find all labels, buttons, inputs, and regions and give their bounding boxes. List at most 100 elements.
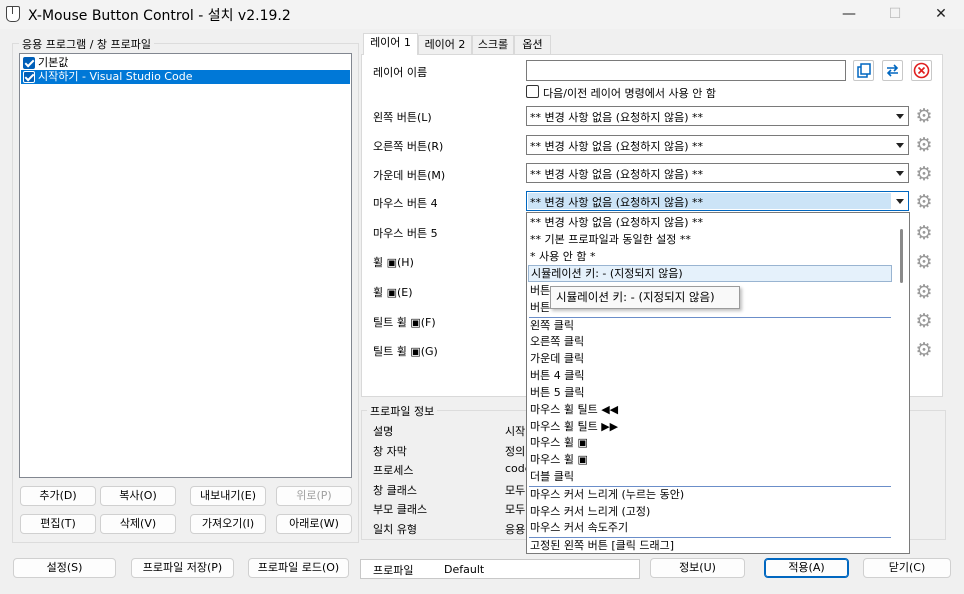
dropdown-item[interactable]: 마우스 휠 ▣ xyxy=(530,451,890,468)
apply-button[interactable]: 적용(A) xyxy=(764,558,849,578)
gear-icon[interactable]: ⚙ xyxy=(914,164,934,184)
button-4-label: 마우스 버튼 4 xyxy=(373,197,438,210)
right-button-select[interactable]: ** 변경 사항 없음 (요청하지 않음) ** xyxy=(526,135,909,155)
info-description-label: 설명 xyxy=(373,425,394,438)
gear-icon[interactable]: ⚙ xyxy=(914,252,934,272)
dropdown-item[interactable]: 버튼 4 클릭 xyxy=(530,367,890,384)
chevron-down-icon xyxy=(896,143,904,148)
tab-options[interactable]: 옵션 xyxy=(514,35,551,54)
info-match-type-value: 응용 xyxy=(505,523,526,536)
dropdown-item[interactable]: 마우스 커서 느리게 (고정) xyxy=(530,503,890,520)
gear-icon[interactable]: ⚙ xyxy=(914,106,934,126)
disable-layer-label: 다음/이전 레이어 명령에서 사용 안 함 xyxy=(543,87,716,100)
profile-status-value: Default xyxy=(444,563,485,576)
copy-layer-button[interactable] xyxy=(853,60,874,81)
window-title: X-Mouse Button Control - 설치 v2.19.2 xyxy=(28,8,291,24)
disable-layer-checkbox[interactable] xyxy=(526,85,539,98)
maximize-button[interactable]: ☐ xyxy=(872,0,918,29)
clear-layer-button[interactable] xyxy=(911,60,932,81)
select-value: ** 변경 사항 없음 (요청하지 않음) ** xyxy=(530,140,704,153)
dropdown-item[interactable]: 마우스 휠 ▣ xyxy=(530,434,890,451)
save-profile-button[interactable]: 프로파일 저장(P) xyxy=(131,558,234,578)
left-button-select[interactable]: ** 변경 사항 없음 (요청하지 않음) ** xyxy=(526,106,909,126)
dropdown-item[interactable]: * 사용 안 함 * xyxy=(530,248,890,265)
dropdown-item[interactable]: 왼쪽 클릭 xyxy=(530,317,890,334)
move-up-button[interactable]: 위로(P) xyxy=(276,486,352,506)
gear-icon[interactable]: ⚙ xyxy=(914,311,934,331)
info-parent-class-label: 부모 클래스 xyxy=(373,503,428,516)
copy-button[interactable]: 복사(O) xyxy=(100,486,176,506)
info-caption-value: 정의 xyxy=(505,445,526,458)
button-4-select[interactable]: ** 변경 사항 없음 (요청하지 않음) ** xyxy=(526,191,909,211)
dropdown-item[interactable]: 마우스 휠 틸트 ▶▶ xyxy=(530,418,890,435)
scrollbar-thumb[interactable] xyxy=(900,229,903,283)
checkbox-checked-icon[interactable] xyxy=(23,71,35,83)
app-mouse-icon xyxy=(6,6,20,22)
chevron-down-icon xyxy=(896,199,904,204)
profile-status-label: 프로파일 xyxy=(373,564,414,577)
dropdown-item[interactable]: ** 변경 사항 없음 (요청하지 않음) ** xyxy=(530,214,890,231)
middle-button-select[interactable]: ** 변경 사항 없음 (요청하지 않음) ** xyxy=(526,163,909,183)
dropdown-item[interactable]: ** 기본 프로파일과 동일한 설정 ** xyxy=(530,231,890,248)
tilt-right-label: 틸트 휠 ▣(G) xyxy=(373,345,438,358)
import-button[interactable]: 가져오기(I) xyxy=(190,514,266,534)
dropdown-item[interactable]: 마우스 커서 속도주기 xyxy=(530,519,890,536)
info-parent-class-value: 모두 xyxy=(505,503,526,516)
gear-icon[interactable]: ⚙ xyxy=(914,223,934,243)
dropdown-item[interactable]: 고정된 왼쪽 버튼 [클릭 드래그] xyxy=(530,537,890,553)
button-5-label: 마우스 버튼 5 xyxy=(373,227,438,240)
info-process-label: 프로세스 xyxy=(373,464,414,477)
select-value: ** 변경 사항 없음 (요청하지 않음) ** xyxy=(530,111,704,124)
dropdown-item[interactable]: 버튼 5 클릭 xyxy=(530,384,890,401)
gear-icon[interactable]: ⚙ xyxy=(914,340,934,360)
profiles-group-label: 응용 프로그램 / 창 프로파일 xyxy=(19,36,155,52)
close-button[interactable]: 닫기(C) xyxy=(863,558,951,578)
swap-layer-button[interactable] xyxy=(882,60,903,81)
info-description-value: 시작 xyxy=(505,425,526,438)
middle-button-label: 가운데 버튼(M) xyxy=(373,169,446,182)
wheel-up-label: 휠 ▣(H) xyxy=(373,256,414,269)
chevron-down-icon xyxy=(896,171,904,176)
tab-layer-1[interactable]: 레이어 1 xyxy=(363,33,418,55)
tab-scroll[interactable]: 스크롤 xyxy=(472,35,514,54)
dropdown-item[interactable]: 마우스 휠 틸트 ◀◀ xyxy=(530,401,890,418)
dropdown-item-hovered[interactable]: 시뮬레이션 키: - (지정되지 않음) xyxy=(528,265,892,282)
profile-label: 기본값 xyxy=(38,56,69,69)
dropdown-item[interactable]: 더블 클릭 xyxy=(530,468,890,485)
edit-button[interactable]: 편집(T) xyxy=(20,514,96,534)
layer-name-input[interactable] xyxy=(526,60,846,81)
dropdown-item[interactable]: 가운데 클릭 xyxy=(530,350,890,367)
item-tooltip: 시뮬레이션 키: - (지정되지 않음) xyxy=(550,286,740,309)
checkbox-checked-icon[interactable] xyxy=(23,57,35,69)
info-match-type-label: 일치 유형 xyxy=(373,523,417,536)
select-value: ** 변경 사항 없음 (요청하지 않음) ** xyxy=(530,196,704,209)
tab-layer-2[interactable]: 레이어 2 xyxy=(418,35,472,54)
minimize-button[interactable]: — xyxy=(826,0,872,29)
chevron-down-icon xyxy=(896,114,904,119)
dropdown-item[interactable]: 오른쪽 클릭 xyxy=(530,333,890,350)
remove-icon xyxy=(913,62,930,79)
gear-icon[interactable]: ⚙ xyxy=(914,282,934,302)
select-value: ** 변경 사항 없음 (요청하지 않음) ** xyxy=(530,168,704,181)
list-item[interactable]: 시작하기 - Visual Studio Code xyxy=(21,70,350,84)
export-button[interactable]: 내보내기(E) xyxy=(190,486,266,506)
list-item[interactable]: 기본값 xyxy=(21,56,350,70)
add-button[interactable]: 추가(D) xyxy=(20,486,96,506)
close-window-button[interactable]: ✕ xyxy=(918,0,964,29)
load-profile-button[interactable]: 프로파일 로드(O) xyxy=(248,558,349,578)
copy-icon xyxy=(857,63,871,78)
profile-list[interactable]: 기본값 시작하기 - Visual Studio Code xyxy=(19,53,352,478)
dropdown-item[interactable]: 마우스 커서 느리게 (누르는 동안) xyxy=(530,486,890,503)
move-down-button[interactable]: 아래로(W) xyxy=(276,514,352,534)
gear-icon[interactable]: ⚙ xyxy=(914,135,934,155)
settings-button[interactable]: 설정(S) xyxy=(13,558,116,578)
info-caption-label: 창 자막 xyxy=(373,445,407,458)
delete-button[interactable]: 삭제(V) xyxy=(100,514,176,534)
layer-name-label: 레이어 이름 xyxy=(373,66,428,79)
about-button[interactable]: 정보(U) xyxy=(650,558,745,578)
gear-icon[interactable]: ⚙ xyxy=(914,192,934,212)
right-button-label: 오른쪽 버튼(R) xyxy=(373,140,444,153)
info-class-label: 창 클래스 xyxy=(373,484,417,497)
action-dropdown-list[interactable]: ** 변경 사항 없음 (요청하지 않음) ** ** 기본 프로파일과 동일한… xyxy=(526,212,910,554)
left-button-label: 왼쪽 버튼(L) xyxy=(373,111,432,124)
